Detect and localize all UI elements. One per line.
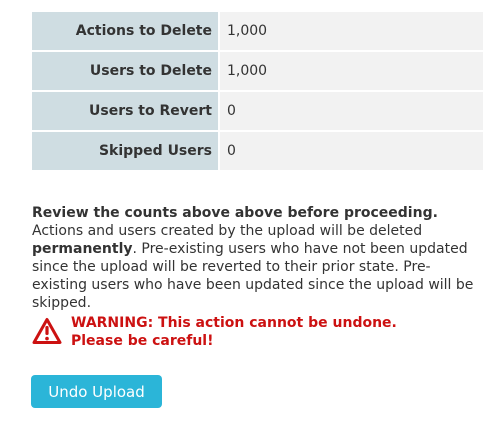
- table-row: Skipped Users 0: [32, 132, 483, 172]
- info-part1: Actions and users created by the upload …: [32, 223, 423, 239]
- table-row: Users to Delete 1,000: [32, 52, 483, 92]
- row-value-users-to-delete: 1,000: [220, 52, 483, 92]
- info-emphasis: permanently: [32, 241, 133, 257]
- warning-triangle-icon: [32, 317, 62, 345]
- table-row: Actions to Delete 1,000: [32, 12, 483, 52]
- undo-upload-button[interactable]: Undo Upload: [31, 375, 162, 408]
- warning-line-2: Please be careful!: [71, 333, 214, 349]
- row-value-skipped-users: 0: [220, 132, 483, 172]
- row-label-users-to-revert: Users to Revert: [32, 92, 220, 132]
- row-value-users-to-revert: 0: [220, 92, 483, 132]
- info-paragraph: Review the counts above above before pro…: [32, 204, 484, 312]
- warning-line-1: WARNING: This action cannot be undone.: [71, 315, 397, 331]
- row-label-skipped-users: Skipped Users: [32, 132, 220, 172]
- row-label-actions-to-delete: Actions to Delete: [32, 12, 220, 52]
- row-value-actions-to-delete: 1,000: [220, 12, 483, 52]
- warning-message: WARNING: This action cannot be undone. P…: [32, 314, 484, 354]
- table-row: Users to Revert 0: [32, 92, 483, 132]
- info-lead: Review the counts above above before pro…: [32, 205, 438, 221]
- upload-summary-table: Actions to Delete 1,000 Users to Delete …: [32, 12, 483, 172]
- warning-text: WARNING: This action cannot be undone. P…: [71, 314, 397, 350]
- row-label-users-to-delete: Users to Delete: [32, 52, 220, 92]
